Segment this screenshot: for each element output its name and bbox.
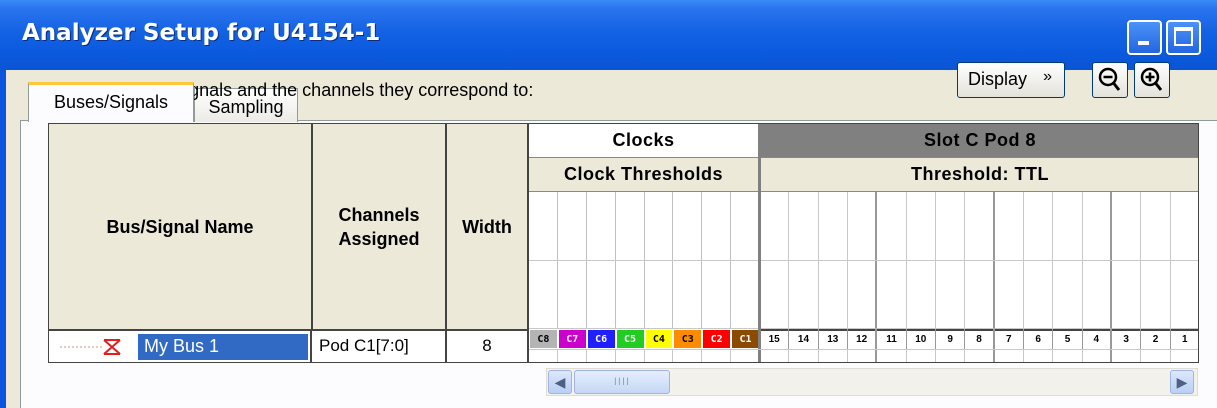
clock-thresholds-header: Clock Thresholds <box>529 158 760 192</box>
bit-label: 6 <box>1024 329 1054 349</box>
bus-name-selected[interactable]: My Bus 1 <box>138 334 308 360</box>
header-channels-assigned[interactable]: Channels Assigned <box>313 124 447 331</box>
bit-label: 1 <box>1171 329 1198 349</box>
clock-row-cell[interactable] <box>557 349 587 362</box>
bit-row-cell[interactable] <box>906 349 936 362</box>
bit-row-cell[interactable] <box>1024 349 1054 362</box>
clock-row-cell[interactable] <box>673 349 703 362</box>
analyzer-setup-window: Analyzer Setup for U4154-1 Buses/Signals… <box>0 0 1217 408</box>
threshold-subrow-line <box>529 260 1198 261</box>
bit-row-cell[interactable] <box>1082 349 1112 362</box>
chevron-down-icon: » <box>1043 68 1052 85</box>
clock-row-cell[interactable] <box>529 349 558 362</box>
clock-label-c5[interactable]: C5 <box>615 329 645 349</box>
data-row-band <box>529 349 1198 350</box>
scroll-thumb[interactable]: IIII <box>574 370 670 394</box>
display-dropdown-button[interactable]: Display » <box>957 62 1065 98</box>
scroll-right-icon[interactable]: ▶ <box>1170 370 1194 394</box>
bit-row-cell[interactable] <box>818 349 848 362</box>
clock-row-cell[interactable] <box>702 349 732 362</box>
header-bus-signal-name[interactable]: Bus/Signal Name <box>49 124 313 331</box>
bit-row-cell[interactable] <box>1141 349 1171 362</box>
display-label: Display <box>968 69 1028 89</box>
bit-row-cell[interactable] <box>877 349 907 362</box>
channels-cell[interactable]: Pod C1[7:0] <box>313 331 447 362</box>
bit-row-cell[interactable] <box>994 349 1024 362</box>
zoom-out-icon <box>1098 67 1121 91</box>
bus-icon <box>60 339 121 355</box>
zoom-out-button[interactable] <box>1092 62 1128 98</box>
zoom-in-button[interactable] <box>1134 62 1170 98</box>
bit-row-cell[interactable] <box>1112 349 1142 362</box>
clock-label-c8[interactable]: C8 <box>529 329 558 349</box>
bit-label: 5 <box>1053 329 1083 349</box>
bit-row-cell[interactable] <box>760 349 790 362</box>
bit-label: 15 <box>760 329 790 349</box>
bit-label: 14 <box>789 329 819 349</box>
bit-label: 10 <box>907 329 936 349</box>
minimize-button[interactable] <box>1127 20 1162 55</box>
clock-label-c6[interactable]: C6 <box>586 329 616 349</box>
clocks-section-header: Clocks <box>529 124 760 158</box>
clock-label-c4[interactable]: C4 <box>644 329 674 349</box>
width-cell[interactable]: 8 <box>447 331 529 362</box>
clock-label-c1[interactable]: C1 <box>731 329 760 349</box>
tab-buses-signals[interactable]: Buses/Signals <box>28 82 194 122</box>
title-bar[interactable]: Analyzer Setup for U4154-1 <box>0 0 1217 70</box>
bit-row-cell[interactable] <box>848 349 878 362</box>
bus-signal-grid: Bus/Signal Name Channels Assigned Width … <box>48 123 1199 363</box>
section-divider <box>758 124 761 362</box>
minimize-icon <box>1138 41 1149 45</box>
maximize-icon <box>1174 27 1193 46</box>
bit-label: 13 <box>819 329 848 349</box>
maximize-button[interactable] <box>1166 20 1201 55</box>
bit-row-cell[interactable] <box>789 349 819 362</box>
zoom-in-icon <box>1140 67 1163 91</box>
slot-pod-header: Slot C Pod 8 <box>760 124 1198 158</box>
clock-row-cell[interactable] <box>586 349 616 362</box>
clock-label-c2[interactable]: C2 <box>702 329 732 349</box>
window-title: Analyzer Setup for U4154-1 <box>22 20 381 46</box>
threshold-header: Threshold: TTL <box>760 158 1198 192</box>
bit-row-cell[interactable] <box>965 349 995 362</box>
clock-row-cell[interactable] <box>644 349 674 362</box>
bit-label: 2 <box>1141 329 1171 349</box>
bit-label: 11 <box>877 329 907 349</box>
bit-label: 4 <box>1083 329 1112 349</box>
header-width[interactable]: Width <box>447 124 529 331</box>
scroll-left-icon[interactable]: ◀ <box>548 370 572 394</box>
bit-row-cell[interactable] <box>1053 349 1083 362</box>
bit-row-cell[interactable] <box>936 349 966 362</box>
bit-label: 9 <box>936 329 966 349</box>
bit-row-cell[interactable] <box>1170 349 1198 362</box>
horizontal-scrollbar[interactable]: ◀ IIII ▶ <box>546 368 1198 396</box>
clock-label-c7[interactable]: C7 <box>557 329 587 349</box>
bit-label: 8 <box>965 329 995 349</box>
clock-row-cell[interactable] <box>731 349 760 362</box>
bit-label: 7 <box>995 329 1024 349</box>
bit-label: 3 <box>1112 329 1142 349</box>
table-row-name-cell[interactable]: My Bus 1 <box>50 331 312 362</box>
clock-label-c3[interactable]: C3 <box>673 329 703 349</box>
bit-label: 12 <box>848 329 878 349</box>
clock-row-cell[interactable] <box>615 349 645 362</box>
